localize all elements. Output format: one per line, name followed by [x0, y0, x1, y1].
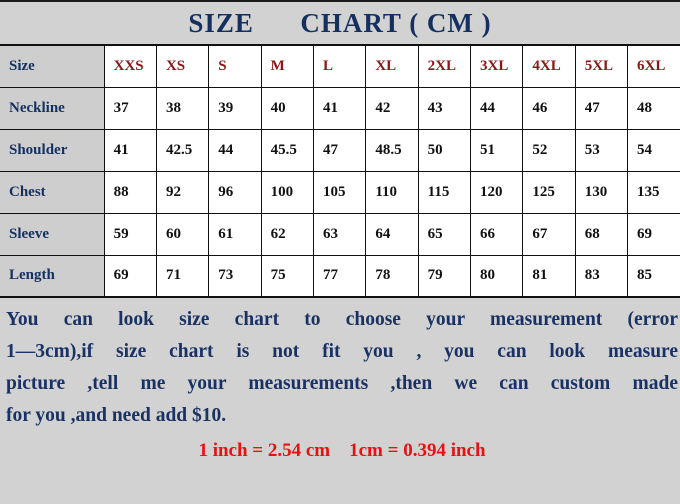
- measurement-cell: 110: [365, 171, 419, 214]
- measurement-cell: 37: [104, 87, 157, 130]
- size-header-xs: XS: [156, 45, 210, 88]
- size-header-4xl: 4XL: [522, 45, 576, 88]
- size-header-5xl: 5XL: [575, 45, 629, 88]
- measurement-cell: 78: [365, 255, 419, 297]
- title-bar: SIZE CHART ( CM ): [0, 2, 680, 44]
- measurement-cell: 38: [156, 87, 210, 130]
- row-label-sleeve: Sleeve: [0, 213, 105, 256]
- measurement-cell: 79: [418, 255, 472, 297]
- measurement-cell: 63: [313, 213, 367, 256]
- measurement-cell: 54: [627, 129, 680, 172]
- measurement-cell: 67: [522, 213, 576, 256]
- size-chart-document: SIZE CHART ( CM ) Size XXS XS S M L XL 2XL 3XL 4X…: [0, 0, 680, 504]
- size-header-l: L: [313, 45, 367, 88]
- size-header-m: M: [261, 45, 314, 88]
- size-header-6xl: 6XL: [627, 45, 680, 88]
- note-line: for you ,and need add $10.: [6, 405, 227, 426]
- note-line: picture ,tell me your measurements ,then…: [6, 373, 678, 394]
- measurement-cell: 41: [313, 87, 367, 130]
- row-label-length: Length: [0, 255, 105, 297]
- measurement-cell: 71: [156, 255, 210, 297]
- measurement-cell: 53: [575, 129, 629, 172]
- measurement-cell: 69: [627, 213, 680, 256]
- measurement-cell: 62: [261, 213, 314, 256]
- size-header-xl: XL: [365, 45, 419, 88]
- table-corner-label: Size: [0, 45, 105, 88]
- measurement-cell: 66: [470, 213, 524, 256]
- size-header-xxs: XXS: [104, 45, 157, 88]
- measurement-cell: 59: [104, 213, 157, 256]
- measurement-cell: 52: [522, 129, 576, 172]
- measurement-cell: 65: [418, 213, 472, 256]
- note-line: 1—3cm),if size chart is not fit you , yo…: [6, 341, 678, 362]
- size-header-3xl: 3XL: [470, 45, 524, 88]
- table-row: Chest 88 92 96 100 105 110 115 120 125 130 135: [0, 171, 680, 214]
- measurement-cell: 88: [104, 171, 157, 214]
- size-header-2xl: 2XL: [418, 45, 472, 88]
- measurement-cell: 45.5: [261, 129, 314, 172]
- measurement-cell: 44: [470, 87, 524, 130]
- measurement-cell: 105: [313, 171, 367, 214]
- table-row: Length 69 71 73 75 77 78 79 80 81 83 85: [0, 255, 680, 297]
- measurement-cell: 42: [365, 87, 419, 130]
- measurement-cell: 130: [575, 171, 629, 214]
- measurement-cell: 41: [104, 129, 157, 172]
- size-header-s: S: [208, 45, 262, 88]
- measurement-cell: 44: [208, 129, 262, 172]
- measurement-cell: 120: [470, 171, 524, 214]
- measurement-cell: 75: [261, 255, 314, 297]
- measurement-cell: 64: [365, 213, 419, 256]
- measurement-cell: 60: [156, 213, 210, 256]
- measurement-cell: 115: [418, 171, 472, 214]
- unit-conversion-note: 1 inch = 2.54 cm 1cm = 0.394 inch: [198, 440, 486, 461]
- row-label-chest: Chest: [0, 171, 105, 214]
- measurement-cell: 47: [575, 87, 629, 130]
- measurement-cell: 83: [575, 255, 629, 297]
- measurement-cell: 100: [261, 171, 314, 214]
- table-row: Neckline 37 38 39 40 41 42 43 44 46 47 48: [0, 87, 680, 130]
- table-header-row: Size XXS XS S M L XL 2XL 3XL 4XL 5XL 6XL: [0, 45, 680, 88]
- measurement-cell: 39: [208, 87, 262, 130]
- measurement-cell: 85: [627, 255, 680, 297]
- measurement-cell: 43: [418, 87, 472, 130]
- table-row: Sleeve 59 60 61 62 63 64 65 66 67 68 69: [0, 213, 680, 256]
- measurement-cell: 68: [575, 213, 629, 256]
- note-line: You can look size chart to choose your m…: [6, 309, 678, 330]
- page-title: SIZE CHART ( CM ): [188, 7, 492, 38]
- row-label-neckline: Neckline: [0, 87, 105, 130]
- measurement-cell: 48: [627, 87, 680, 130]
- measurement-cell: 77: [313, 255, 367, 297]
- measurement-cell: 61: [208, 213, 262, 256]
- measurement-cell: 81: [522, 255, 576, 297]
- measurement-cell: 69: [104, 255, 157, 297]
- measurement-cell: 42.5: [156, 129, 210, 172]
- note-block: You can look size chart to choose your m…: [0, 298, 680, 460]
- measurement-cell: 51: [470, 129, 524, 172]
- measurement-cell: 135: [627, 171, 680, 214]
- measurement-cell: 48.5: [365, 129, 419, 172]
- table-row: Shoulder 41 42.5 44 45.5 47 48.5 50 51 52 53 54: [0, 129, 680, 172]
- measurement-cell: 50: [418, 129, 472, 172]
- measurement-cell: 125: [522, 171, 576, 214]
- measurement-cell: 80: [470, 255, 524, 297]
- measurement-cell: 92: [156, 171, 210, 214]
- measurement-cell: 40: [261, 87, 314, 130]
- row-label-shoulder: Shoulder: [0, 129, 105, 172]
- measurement-cell: 46: [522, 87, 576, 130]
- measurement-cell: 96: [208, 171, 262, 214]
- measurement-cell: 73: [208, 255, 262, 297]
- measurement-cell: 47: [313, 129, 367, 172]
- size-chart-table: Size XXS XS S M L XL 2XL 3XL 4XL 5XL 6XL Neckline 37 3…: [0, 44, 680, 298]
